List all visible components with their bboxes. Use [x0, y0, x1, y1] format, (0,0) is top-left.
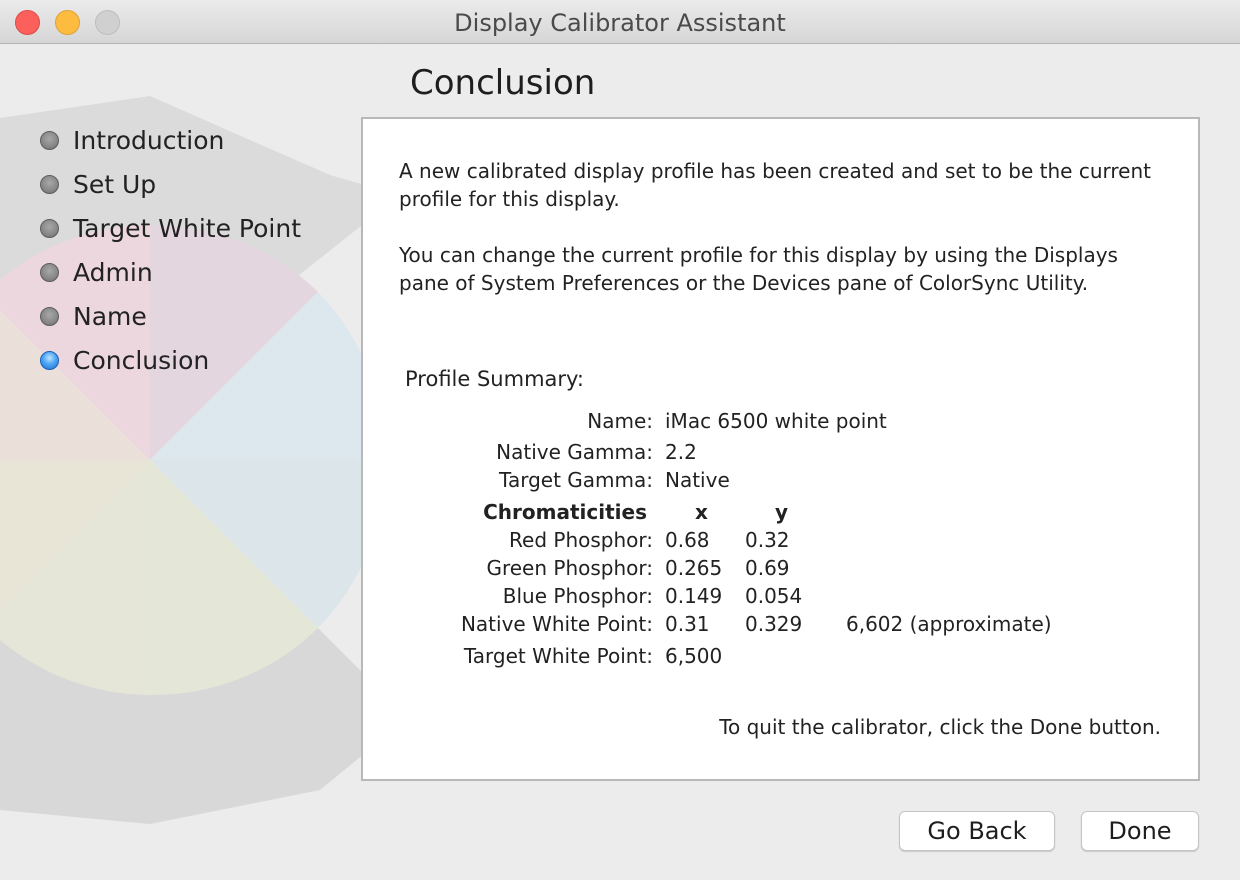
step-bullet-icon	[40, 218, 59, 238]
target-gamma-label: Target Gamma:	[499, 468, 653, 492]
step-label: Set Up	[73, 169, 157, 199]
name-label: Name:	[587, 409, 653, 433]
y-column-header: y	[775, 500, 789, 524]
red-phosphor-y: 0.32	[745, 528, 790, 552]
step-name: Name	[40, 294, 301, 338]
native-white-point-label: Native White Point:	[460, 612, 653, 636]
native-white-point-y: 0.329	[745, 612, 803, 636]
calibrator-window: Display Calibrator Assistant Conclusion …	[0, 0, 1240, 880]
step-set-up: Set Up	[40, 162, 301, 206]
profile-summary-title: Profile Summary:	[405, 367, 585, 391]
native-gamma-label: Native Gamma:	[496, 440, 653, 464]
steps-list: Introduction Set Up Target White Point A…	[40, 118, 301, 382]
blue-phosphor-x: 0.149	[665, 584, 723, 608]
step-bullet-icon	[40, 130, 59, 150]
step-bullet-icon	[40, 262, 59, 282]
green-phosphor-x: 0.265	[665, 556, 723, 580]
red-phosphor-label: Red Phosphor:	[509, 528, 653, 552]
target-white-point-label: Target White Point:	[463, 644, 653, 668]
step-bullet-icon	[40, 174, 59, 194]
native-white-point-x: 0.31	[665, 612, 710, 636]
step-bullet-active-icon	[40, 350, 59, 370]
quit-instructions: To quit the calibrator, click the Done b…	[719, 715, 1161, 739]
step-bullet-icon	[40, 306, 59, 326]
blue-phosphor-label: Blue Phosphor:	[502, 584, 653, 608]
go-back-button[interactable]: Go Back	[899, 811, 1055, 851]
step-introduction: Introduction	[40, 118, 301, 162]
step-label: Target White Point	[73, 213, 302, 243]
target-white-point-value: 6,500	[665, 644, 723, 668]
name-value: iMac 6500 white point	[665, 409, 887, 433]
x-column-header: x	[695, 500, 708, 524]
blue-phosphor-y: 0.054	[745, 584, 803, 608]
native-gamma-value: 2.2	[665, 440, 697, 464]
step-label: Conclusion	[73, 345, 210, 375]
chromaticities-header: Chromaticities	[483, 500, 647, 524]
title-bar: Display Calibrator Assistant	[0, 0, 1240, 44]
content-panel: A new calibrated display profile has bee…	[361, 117, 1200, 781]
native-white-point-temperature: 6,602 (approximate)	[846, 612, 1052, 636]
step-label: Admin	[73, 257, 153, 287]
step-conclusion: Conclusion	[40, 338, 301, 382]
page-title: Conclusion	[410, 63, 596, 103]
done-button[interactable]: Done	[1081, 811, 1199, 851]
step-label: Name	[73, 301, 147, 331]
profile-created-message: A new calibrated display profile has bee…	[399, 159, 1151, 211]
window-title: Display Calibrator Assistant	[454, 9, 786, 37]
change-profile-message: You can change the current profile for t…	[399, 243, 1118, 295]
green-phosphor-y: 0.69	[745, 556, 790, 580]
step-target-white-point: Target White Point	[40, 206, 301, 250]
green-phosphor-label: Green Phosphor:	[486, 556, 653, 580]
step-admin: Admin	[40, 250, 301, 294]
red-phosphor-x: 0.68	[665, 528, 710, 552]
step-label: Introduction	[73, 125, 225, 155]
target-gamma-value: Native	[665, 468, 730, 492]
